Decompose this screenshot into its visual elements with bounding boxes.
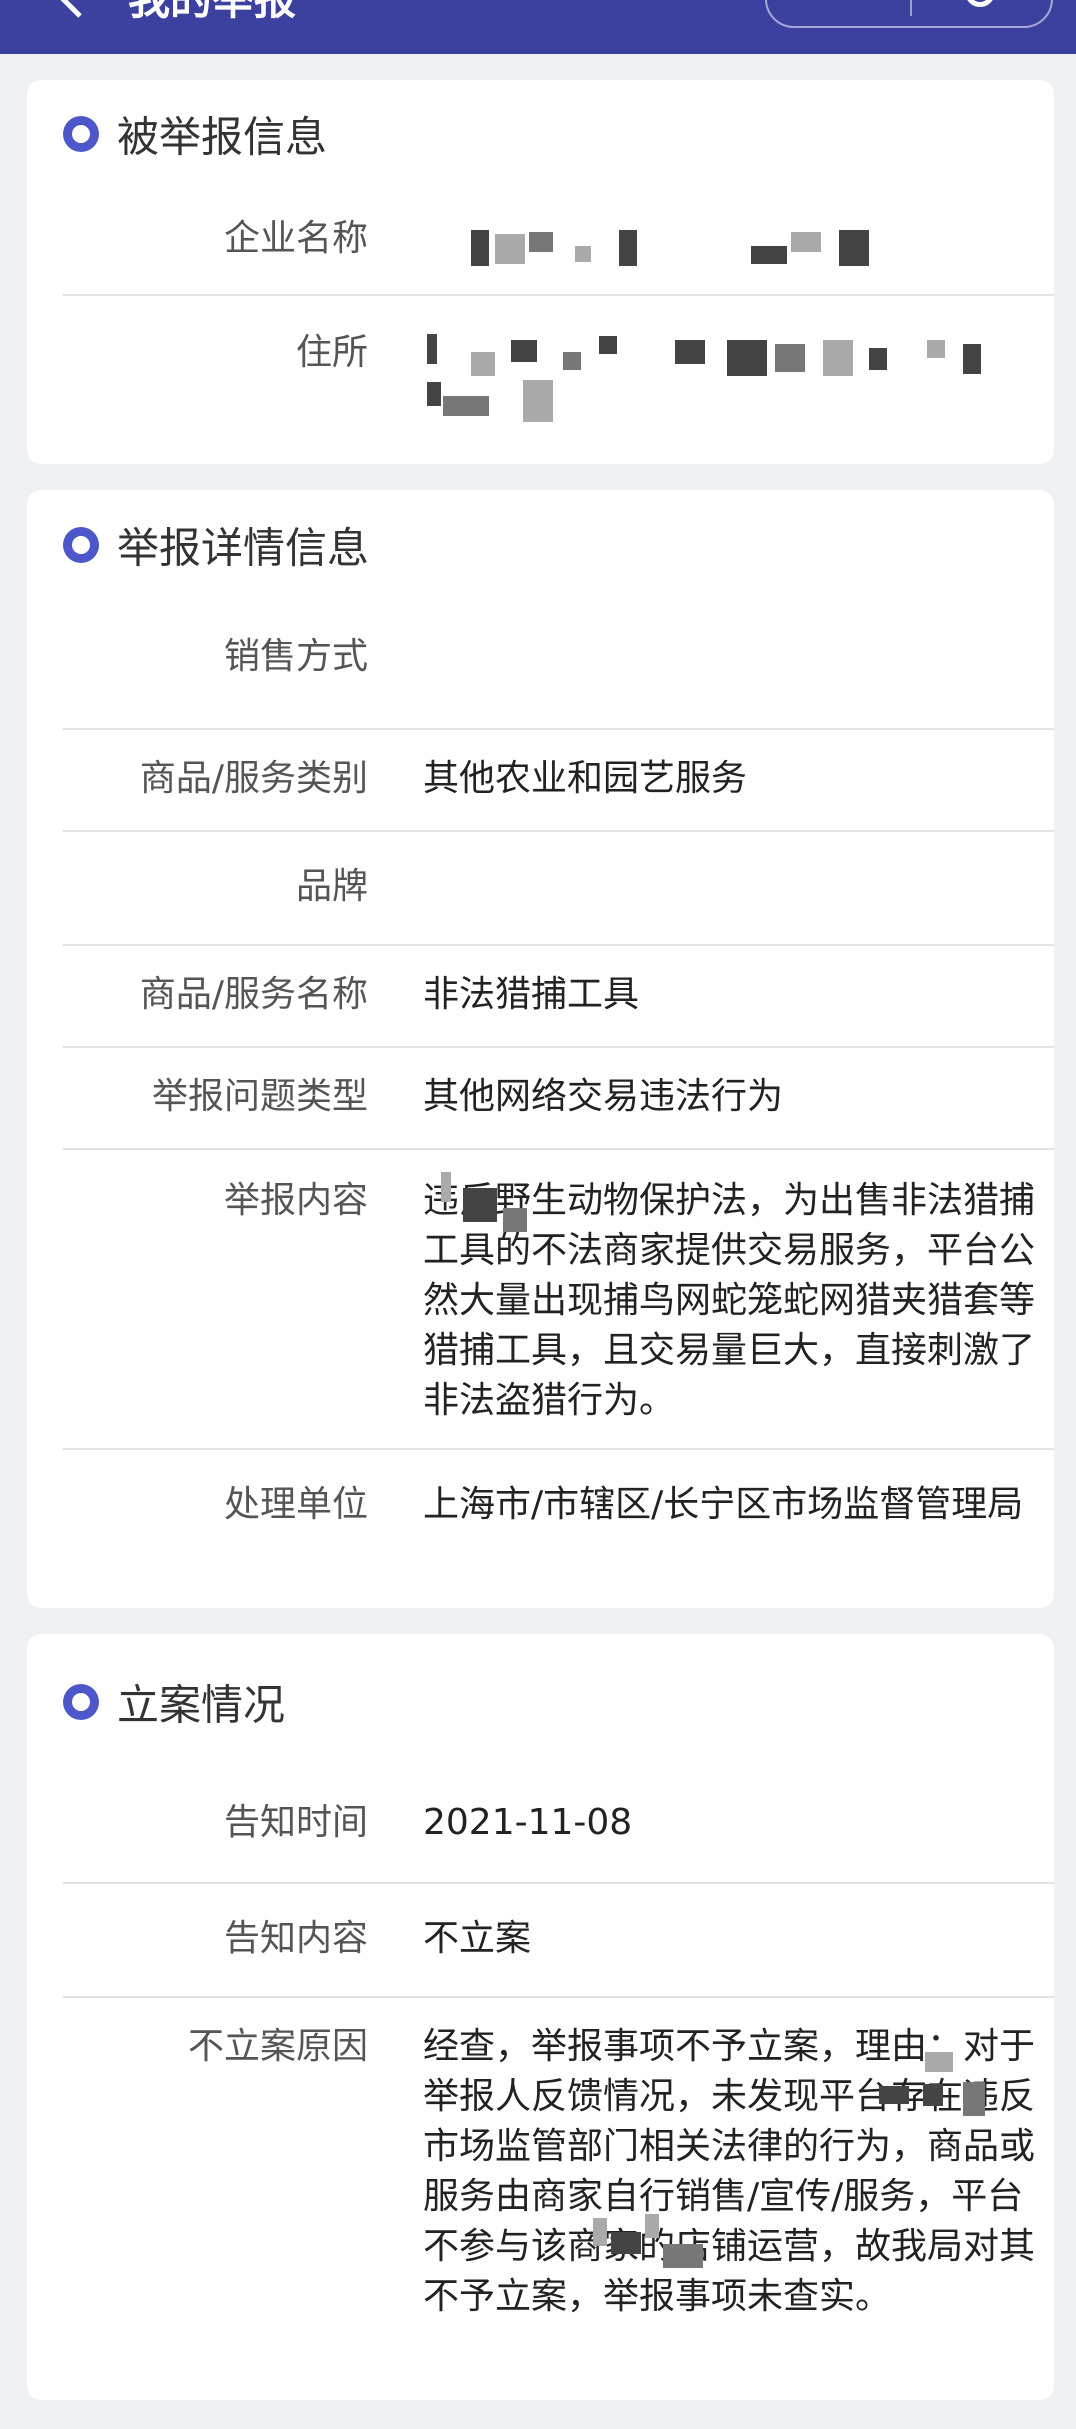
reported-info-card: 被举报信息 企业名称 住所 (27, 80, 1054, 464)
field-row-notify-time: 告知时间 2021-11-08 (63, 1770, 1054, 1882)
field-label: 告知内容 (223, 1918, 368, 1959)
field-label: 告知时间 (223, 1802, 368, 1843)
field-label: 企业名称 (223, 218, 368, 259)
section-header: 被举报信息 (27, 80, 1054, 188)
field-label: 举报内容 (223, 1180, 368, 1221)
section-dot-icon (63, 527, 99, 563)
capsule-divider (910, 0, 912, 16)
section-title: 立案情况 (117, 1680, 286, 1730)
field-label: 品牌 (295, 866, 368, 907)
field-row-brand: 品牌 (63, 830, 1054, 946)
section-header: 立案情况 (27, 1634, 1054, 1770)
field-value: 2021-11-08 (423, 1802, 633, 1843)
field-row-no-case-reason: 不立案原因 经查，举报事项不予立案，理由：对于举报人反馈情况，未发现平台存在违反… (63, 1996, 1054, 2400)
field-label: 不立案原因 (187, 2026, 368, 2067)
field-row-category: 商品/服务类别 其他农业和园艺服务 (63, 728, 1054, 832)
section-dot-icon (63, 116, 99, 152)
field-label: 住所 (295, 332, 368, 373)
field-value: 其他网络交易违法行为 (423, 1076, 784, 1117)
miniprogram-capsule[interactable] (765, 0, 1053, 28)
field-label: 商品/服务类别 (139, 758, 368, 799)
field-value: 上海市/市辖区/长宁区市场监督管理局 (423, 1484, 1024, 1525)
field-row-issue-type: 举报问题类型 其他网络交易违法行为 (63, 1046, 1054, 1150)
field-label: 商品/服务名称 (139, 974, 368, 1015)
section-title: 举报详情信息 (117, 523, 370, 573)
field-row-product-name: 商品/服务名称 非法猎捕工具 (63, 944, 1054, 1048)
page-title: 我的举报 (128, 0, 296, 28)
field-row-report-content: 举报内容 违反野生动物保护法，为出售非法猎捕工具的不法商家提供交易服务，平台公然… (63, 1148, 1054, 1450)
back-arrow-icon[interactable] (52, 0, 92, 20)
section-header: 举报详情信息 (27, 490, 1054, 600)
section-dot-icon (63, 1684, 99, 1720)
field-value: 其他农业和园艺服务 (423, 758, 748, 799)
top-bar: 我的举报 (0, 0, 1076, 54)
field-row-notify-content: 告知内容 不立案 (63, 1882, 1054, 1998)
case-status-card: 立案情况 告知时间 2021-11-08 告知内容 不立案 不立案原因 经查，举… (27, 1634, 1054, 2400)
section-title: 被举报信息 (117, 112, 328, 162)
field-row-address: 住所 (63, 294, 1054, 464)
report-details-card: 举报详情信息 销售方式 商品/服务类别 其他农业和园艺服务 品牌 商品/服务名称… (27, 490, 1054, 1608)
field-row-sales-method: 销售方式 (63, 600, 1054, 728)
field-value: 经查，举报事项不予立案，理由：对于举报人反馈情况，未发现平台存在违反市场监管部门… (423, 2026, 1036, 2317)
field-label: 销售方式 (223, 636, 368, 677)
field-value: 不立案 (423, 1918, 532, 1959)
field-label: 举报问题类型 (151, 1076, 368, 1117)
field-row-handling-unit: 处理单位 上海市/市辖区/长宁区市场监督管理局 (63, 1448, 1054, 1608)
field-label: 处理单位 (223, 1484, 368, 1525)
field-row-company-name: 企业名称 (63, 188, 1054, 294)
field-value: 非法猎捕工具 (423, 974, 640, 1015)
close-circle-icon[interactable] (965, 0, 995, 7)
